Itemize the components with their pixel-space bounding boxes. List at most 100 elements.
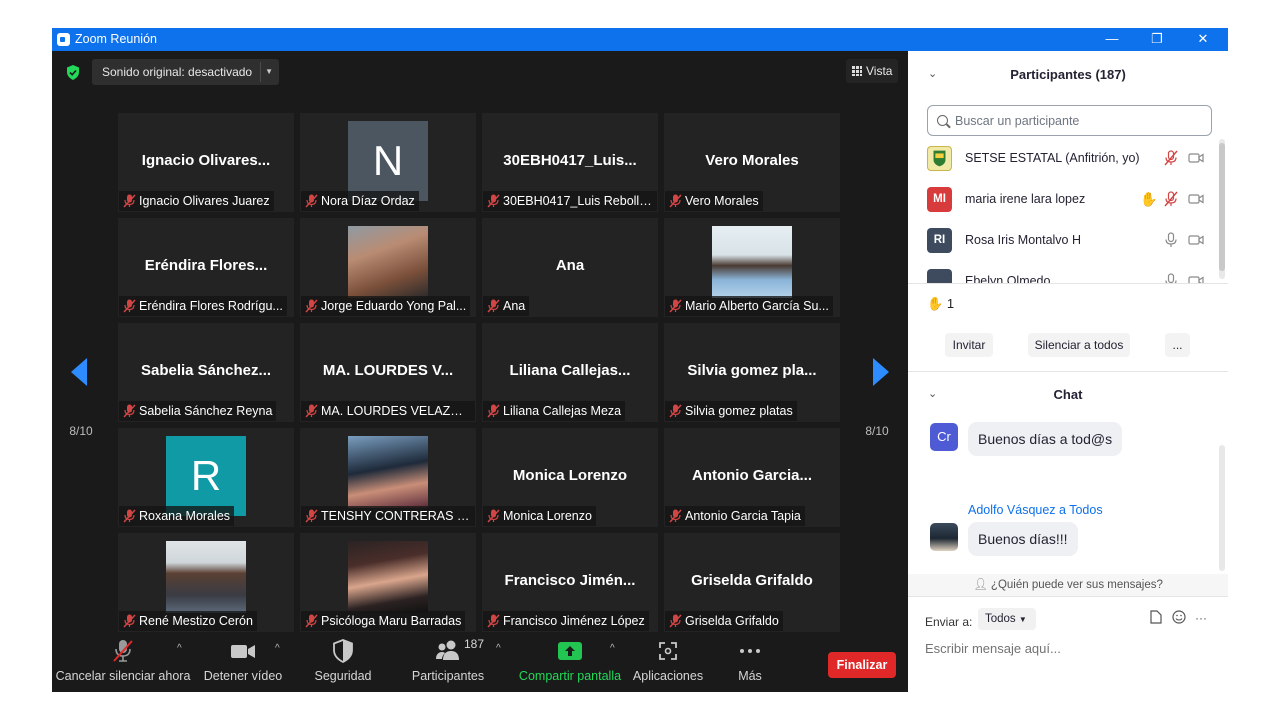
- mic-muted-icon: [305, 299, 318, 313]
- video-tile[interactable]: Ignacio Olivares... Ignacio Olivares Juar…: [118, 113, 294, 212]
- mic-muted-icon: [487, 194, 500, 208]
- who-can-see-messages-link[interactable]: 👤︎ ¿Quién puede ver sus mensajes?: [908, 574, 1228, 596]
- tile-name-text: Psicóloga Maru Barradas: [321, 614, 462, 628]
- mic-muted-icon: [669, 509, 682, 523]
- video-tile[interactable]: TENSHY CONTRERAS B...: [300, 428, 476, 527]
- file-icon[interactable]: [1150, 610, 1162, 624]
- avatar: N: [348, 121, 428, 201]
- mic-muted-icon: [123, 614, 136, 628]
- raised-hands-number: 1: [946, 296, 955, 311]
- tile-name-text: Roxana Morales: [139, 509, 231, 523]
- close-button[interactable]: ✕: [1180, 28, 1226, 51]
- encryption-shield-icon[interactable]: [66, 65, 80, 80]
- mic-icon[interactable]: [1163, 232, 1179, 248]
- video-tile[interactable]: Silvia gomez pla... Silvia gomez platas: [664, 323, 840, 422]
- mic-icon[interactable]: [1163, 273, 1179, 283]
- avatar: [927, 146, 952, 171]
- video-camera-icon[interactable]: [1188, 150, 1204, 166]
- tile-name-label: Psicóloga Maru Barradas: [301, 611, 466, 631]
- chat-scrollbar[interactable]: [1219, 445, 1225, 571]
- video-tile[interactable]: R Roxana Morales: [118, 428, 294, 527]
- mic-muted-icon[interactable]: [1163, 150, 1179, 166]
- emoji-icon[interactable]: [1172, 610, 1186, 624]
- previous-page-arrow-icon[interactable]: [69, 357, 89, 387]
- zoom-logo-icon: [57, 33, 70, 46]
- participant-name: Ebelyn Olmedo: [965, 274, 1051, 283]
- participant-row[interactable]: RI Rosa Iris Montalvo H: [927, 226, 1212, 256]
- tile-name-label: Liliana Callejas Meza: [483, 401, 626, 421]
- video-tile[interactable]: Vero Morales Vero Morales: [664, 113, 840, 212]
- video-tile[interactable]: Sabelia Sánchez... Sabelia Sánchez Reyna: [118, 323, 294, 422]
- video-tile[interactable]: Mario Alberto García Su...: [664, 218, 840, 317]
- chat-message-input[interactable]: Escribir mensaje aquí...: [925, 641, 1061, 656]
- video-tile[interactable]: Monica Lorenzo Monica Lorenzo: [482, 428, 658, 527]
- mute-all-button[interactable]: Silenciar a todos: [1028, 333, 1130, 357]
- tile-name-text: MA. LOURDES VELAZQU...: [321, 404, 475, 418]
- tile-name-text: Griselda Grifaldo: [685, 614, 779, 628]
- share-options-caret-icon[interactable]: ^: [610, 643, 615, 654]
- original-sound-button[interactable]: Sonido original: desactivado ▼: [92, 59, 279, 85]
- video-tile[interactable]: Jorge Eduardo Yong Pal...: [300, 218, 476, 317]
- participant-row[interactable]: Ebelyn Olmedo: [927, 267, 1212, 283]
- window-title: Zoom Reunión: [75, 32, 157, 46]
- next-page-arrow-icon[interactable]: [871, 357, 891, 387]
- send-to-value: Todos: [985, 613, 1016, 625]
- tile-name-label: Eréndira Flores Rodrígu...: [119, 296, 287, 316]
- more-options-button[interactable]: ...: [1165, 333, 1190, 357]
- scrollbar-thumb[interactable]: [1219, 143, 1225, 271]
- video-options-caret-icon[interactable]: ^: [275, 643, 280, 654]
- tile-name-text: Francisco Jiménez López: [503, 614, 645, 628]
- meeting-toolbar: Cancelar silenciar ahora ^ Detener vídeo…: [52, 633, 908, 692]
- mic-muted-icon: [123, 194, 136, 208]
- video-tile[interactable]: Francisco Jimén... Francisco Jiménez Lópe…: [482, 533, 658, 632]
- video-tile[interactable]: 30EBH0417_Luis... 30EBH0417_Luis Rebolle.…: [482, 113, 658, 212]
- video-camera-icon[interactable]: [1188, 273, 1204, 283]
- chat-sender[interactable]: Adolfo Vásquez a Todos: [968, 503, 1103, 517]
- participant-photo: [348, 436, 428, 508]
- video-tile[interactable]: Ana Ana: [482, 218, 658, 317]
- video-tile[interactable]: MA. LOURDES V... MA. LOURDES VELAZQU...: [300, 323, 476, 422]
- chevron-down-icon[interactable]: ▼: [265, 59, 273, 85]
- participant-row[interactable]: SETSE ESTATAL (Anfitrión, yo): [927, 144, 1212, 174]
- participants-scrollbar[interactable]: [1219, 139, 1225, 279]
- avatar: R: [166, 436, 246, 516]
- video-tile[interactable]: René Mestizo Cerón: [118, 533, 294, 632]
- divider: [908, 596, 1228, 597]
- video-tile[interactable]: Liliana Callejas... Liliana Callejas Meza: [482, 323, 658, 422]
- view-button[interactable]: Vista: [846, 59, 898, 83]
- participant-search-input[interactable]: Buscar un participante: [927, 105, 1212, 136]
- mic-muted-icon: [669, 194, 682, 208]
- video-camera-icon[interactable]: [1188, 232, 1204, 248]
- restore-button[interactable]: ❐: [1134, 28, 1180, 51]
- tile-name-text: Vero Morales: [685, 194, 759, 208]
- tile-name-label: Griselda Grifaldo: [665, 611, 783, 631]
- participants-options-caret-icon[interactable]: ^: [496, 643, 501, 654]
- chevron-down-icon: ▼: [1018, 615, 1027, 624]
- mic-muted-icon[interactable]: [1163, 191, 1179, 207]
- tile-name-label: MA. LOURDES VELAZQU...: [301, 401, 475, 421]
- page-indicator-right: 8/10: [865, 424, 889, 438]
- mic-muted-icon: [123, 509, 136, 523]
- video-tile[interactable]: N Nora Díaz Ordaz: [300, 113, 476, 212]
- send-to-dropdown[interactable]: Todos ▼: [978, 608, 1036, 630]
- tile-name-text: Jorge Eduardo Yong Pal...: [321, 299, 467, 313]
- minimize-button[interactable]: —: [1089, 28, 1135, 51]
- tile-display-name: Sabelia Sánchez...: [140, 362, 272, 379]
- tile-name-text: 30EBH0417_Luis Rebolle...: [503, 194, 657, 208]
- end-meeting-button[interactable]: Finalizar: [828, 652, 896, 678]
- video-tile[interactable]: Psicóloga Maru Barradas: [300, 533, 476, 632]
- invite-button[interactable]: Invitar: [945, 333, 993, 357]
- tile-display-name: Griselda Grifaldo: [691, 572, 813, 589]
- tile-name-text: Nora Díaz Ordaz: [321, 194, 415, 208]
- video-tile[interactable]: Griselda Grifaldo Griselda Grifaldo: [664, 533, 840, 632]
- tile-display-name: Silvia gomez pla...: [687, 362, 817, 379]
- participants-list: SETSE ESTATAL (Anfitrión, yo) MI maria ire…: [908, 143, 1228, 283]
- video-tile[interactable]: Eréndira Flores... Eréndira Flores Rodríg…: [118, 218, 294, 317]
- video-camera-icon[interactable]: [1188, 191, 1204, 207]
- chat-more-icon[interactable]: ···: [1195, 611, 1207, 625]
- mute-options-caret-icon[interactable]: ^: [177, 643, 182, 654]
- mic-muted-icon: [487, 614, 500, 628]
- participant-row[interactable]: MI maria irene lara lopez ✋: [927, 185, 1212, 215]
- avatar: [930, 523, 958, 551]
- video-tile[interactable]: Antonio Garcia... Antonio Garcia Tapia: [664, 428, 840, 527]
